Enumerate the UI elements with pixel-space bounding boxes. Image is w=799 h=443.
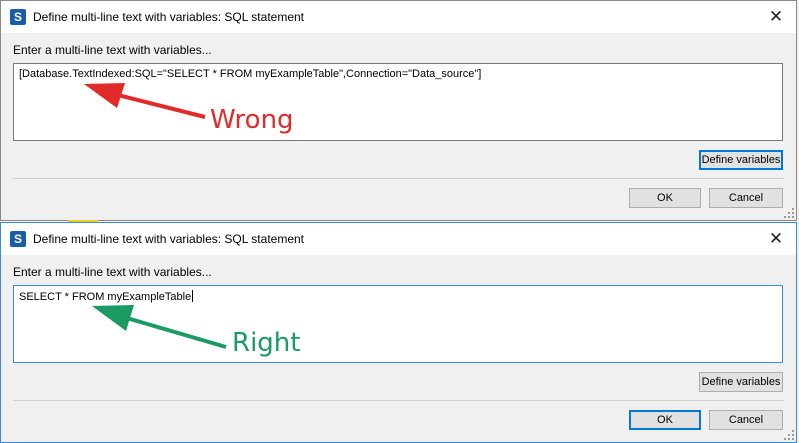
window-title: Define multi-line text with variables: S… <box>33 232 305 246</box>
define-variables-button[interactable]: Define variables <box>699 372 783 392</box>
text-value: [Database.TextIndexed:SQL="SELECT * FROM… <box>19 68 482 80</box>
ok-button[interactable]: OK <box>629 188 701 208</box>
dialog-wrong: S Define multi-line text with variables:… <box>0 0 797 221</box>
title-bar: S Define multi-line text with variables:… <box>1 1 796 33</box>
cancel-button[interactable]: Cancel <box>709 410 783 430</box>
prompt-label: Enter a multi-line text with variables..… <box>13 43 212 57</box>
resize-grip-icon[interactable] <box>784 430 794 440</box>
dialog-right: S Define multi-line text with variables:… <box>0 222 797 443</box>
app-s-icon: S <box>10 9 26 25</box>
app-s-icon: S <box>10 231 26 247</box>
separator <box>13 400 784 401</box>
window-title: Define multi-line text with variables: S… <box>33 10 305 24</box>
text-value: SELECT * FROM myExampleTable <box>19 291 192 303</box>
multiline-text-input[interactable]: SELECT * FROM myExampleTable <box>13 285 783 363</box>
title-bar: S Define multi-line text with variables:… <box>1 223 796 255</box>
define-variables-button[interactable]: Define variables <box>699 150 783 170</box>
text-caret <box>192 290 194 302</box>
resize-grip-icon[interactable] <box>784 208 794 218</box>
wrong-annotation-label: Wrong <box>210 105 294 135</box>
right-annotation-label: Right <box>232 328 301 358</box>
prompt-label: Enter a multi-line text with variables..… <box>13 265 212 279</box>
ok-button[interactable]: OK <box>629 410 701 430</box>
separator <box>13 178 784 179</box>
multiline-text-input[interactable]: [Database.TextIndexed:SQL="SELECT * FROM… <box>13 63 783 141</box>
close-icon[interactable]: ✕ <box>756 223 796 255</box>
cancel-button[interactable]: Cancel <box>709 188 783 208</box>
close-icon[interactable]: ✕ <box>756 1 796 33</box>
